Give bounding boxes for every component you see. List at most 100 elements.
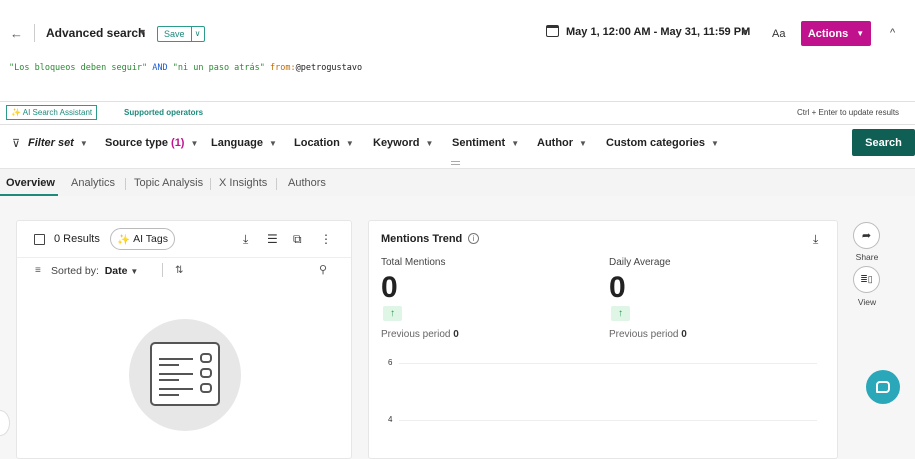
chat-bubble-icon — [876, 381, 890, 393]
share-button[interactable]: ➦ — [853, 222, 880, 249]
download-icon[interactable]: ⤓ — [243, 232, 248, 247]
custom-categories-label: Custom categories — [606, 137, 706, 149]
empty-list-icon — [150, 342, 220, 406]
source-type-label: Source type — [105, 137, 168, 149]
source-type-dropdown[interactable]: Source type (1) ▼ — [105, 137, 198, 149]
language-label: Language — [211, 137, 263, 149]
layout-icon[interactable]: ☰ — [267, 232, 278, 246]
previous-period-label: Previous period — [381, 329, 451, 340]
chevron-down-icon[interactable]: ∨ — [190, 27, 204, 41]
filter-icon[interactable]: ⊽ — [12, 137, 20, 150]
mentions-trend-panel: Mentions Trend i ⤓ Total Mentions 0 ↑ Pr… — [368, 220, 838, 459]
sorted-by-value: Date — [104, 265, 128, 277]
actions-button-label[interactable]: Actions — [808, 28, 848, 40]
previous-period-label: Previous period — [609, 329, 679, 340]
search-button[interactable]: Search — [852, 129, 915, 156]
chevron-down-icon[interactable]: ▼ — [138, 27, 147, 37]
arrow-up-icon: ↑ — [383, 306, 402, 321]
tab-x-insights[interactable]: X Insights — [219, 177, 267, 189]
tab-authors[interactable]: Authors — [288, 177, 326, 189]
chat-support-button[interactable] — [866, 370, 900, 404]
language-dropdown[interactable]: Language ▼ — [211, 137, 277, 149]
tab-topic-analysis[interactable]: Topic Analysis — [134, 177, 203, 189]
results-count: 0 Results — [54, 233, 100, 245]
sorted-by-label: Sorted by: — [51, 265, 99, 277]
query-phrase: "ni un paso atrás" — [172, 63, 265, 73]
supported-operators-link[interactable]: Supported operators — [124, 108, 203, 117]
chevron-down-icon: ▼ — [425, 139, 434, 148]
save-button-label[interactable]: Save — [158, 27, 191, 41]
query-editor[interactable]: "Los bloqueos deben seguir" AND "ni un p… — [9, 63, 362, 73]
search-icon[interactable]: ⚲ — [319, 263, 327, 276]
page-title[interactable]: Advanced search — [46, 26, 145, 40]
filter-bar: ⊽ Filter set ▼ Source type (1) ▼ Language ▼… — [0, 124, 915, 165]
filter-set-label: Filter set — [28, 137, 74, 149]
total-previous-period: Previous period 0 — [381, 329, 459, 340]
chevron-down-icon: ▼ — [511, 139, 520, 148]
sort-dropdown[interactable]: Sorted by: Date ▼ — [51, 265, 138, 277]
arrow-up-icon: ↑ — [611, 306, 630, 321]
ai-search-assistant-button[interactable]: ✨ AI Search Assistant — [6, 105, 98, 120]
copy-icon[interactable]: ⧉ — [293, 232, 302, 247]
view-button[interactable]: ≣▯ — [853, 266, 880, 293]
chevron-down-icon: ▼ — [268, 139, 277, 148]
drag-handle[interactable] — [451, 161, 460, 165]
divider — [162, 263, 163, 277]
chevron-down-icon[interactable]: ▼ — [856, 29, 864, 38]
actions-button[interactable]: Actions ▼ — [801, 21, 871, 46]
sentiment-label: Sentiment — [452, 137, 506, 149]
download-icon[interactable]: ⤓ — [813, 232, 818, 247]
query-value: @petrogustavo — [295, 63, 363, 73]
y-axis-tick: 4 — [388, 415, 393, 424]
divider — [34, 24, 35, 42]
author-dropdown[interactable]: Author ▼ — [537, 137, 587, 149]
chevron-down-icon: ▼ — [711, 139, 719, 148]
sort-order-icon[interactable]: ⇅ — [175, 265, 183, 276]
keyboard-hint: Ctrl + Enter to update results — [797, 108, 900, 117]
tab-analytics[interactable]: Analytics — [71, 177, 115, 189]
previous-period-value: 0 — [453, 329, 459, 340]
gridline — [399, 363, 817, 364]
sort-lines-icon: ≡ — [35, 265, 41, 276]
info-icon[interactable]: i — [468, 233, 479, 244]
font-size-toggle[interactable]: Aa — [772, 28, 785, 40]
save-button[interactable]: Save ∨ — [157, 26, 205, 42]
filter-set-dropdown[interactable]: Filter set ▼ — [28, 137, 88, 149]
query-key: from: — [270, 63, 296, 73]
daily-previous-period: Previous period 0 — [609, 329, 687, 340]
ai-tags-button[interactable]: ✨ AI Tags — [110, 228, 175, 250]
select-all-checkbox[interactable] — [34, 234, 45, 245]
query-phrase: "Los bloqueos deben seguir" — [9, 63, 148, 73]
back-arrow-icon[interactable]: ← — [10, 26, 23, 41]
chevron-down-icon: ▼ — [345, 139, 354, 148]
previous-period-value: 0 — [681, 329, 687, 340]
view-list-icon: ≣▯ — [860, 274, 873, 284]
results-panel: 0 Results ✨ AI Tags ⤓ ☰ ⧉ ⋮ ≡ Sorted by:… — [16, 220, 352, 459]
total-mentions-label: Total Mentions — [381, 257, 446, 268]
divider — [276, 178, 277, 190]
keyword-dropdown[interactable]: Keyword ▼ — [373, 137, 433, 149]
tab-bar: Overview Analytics Topic Analysis X Insi… — [0, 168, 915, 197]
chevron-up-icon[interactable]: ^ — [890, 27, 895, 39]
source-type-count: (1) — [171, 137, 185, 149]
calendar-icon[interactable] — [546, 25, 559, 37]
tab-overview[interactable]: Overview — [6, 177, 55, 189]
location-dropdown[interactable]: Location ▼ — [294, 137, 354, 149]
sentiment-dropdown[interactable]: Sentiment ▼ — [452, 137, 519, 149]
daily-average-label: Daily Average — [609, 257, 671, 268]
ai-tags-label: AI Tags — [133, 233, 168, 245]
divider — [210, 178, 211, 190]
chevron-down-icon: ▼ — [190, 139, 199, 148]
share-arrow-icon: ➦ — [861, 230, 872, 242]
y-axis-tick: 6 — [388, 358, 393, 367]
divider — [0, 101, 915, 102]
date-range-picker[interactable]: May 1, 12:00 AM - May 31, 11:59 PM — [566, 26, 750, 38]
ai-search-assistant-label: AI Search Assistant — [22, 108, 93, 117]
custom-categories-dropdown[interactable]: Custom categories ▼ — [606, 137, 719, 149]
chevron-down-icon: ▼ — [579, 139, 587, 148]
chevron-down-icon[interactable]: ▼ — [740, 27, 749, 37]
gridline — [399, 420, 817, 421]
more-vertical-icon[interactable]: ⋮ — [320, 232, 332, 246]
keyword-label: Keyword — [373, 137, 420, 149]
mentions-trend-title: Mentions Trend — [381, 233, 463, 245]
